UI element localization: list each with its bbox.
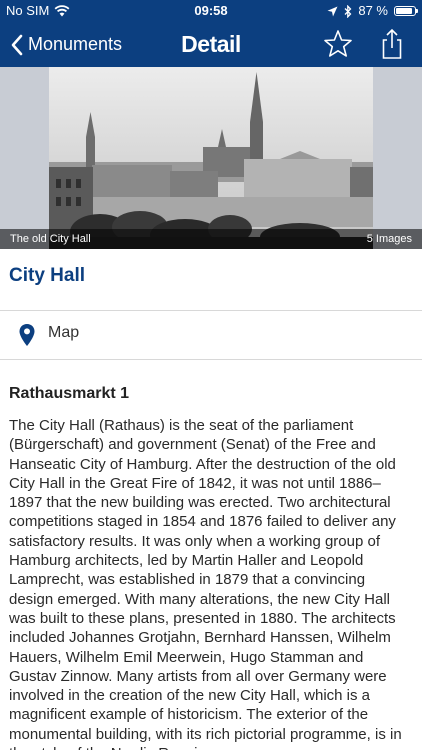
bluetooth-icon — [344, 4, 352, 18]
city-hall-photo-image — [0, 67, 422, 249]
map-row[interactable]: Map — [0, 311, 422, 360]
navigation-bar: Monuments Detail — [0, 22, 422, 67]
monument-title-row: City Hall — [0, 249, 422, 311]
chevron-left-icon — [11, 34, 23, 55]
photo-caption: The old City Hall — [10, 233, 91, 245]
location-arrow-icon — [327, 6, 338, 16]
top-bar: No SIM 09:58 87 % Monuments Detail — [0, 0, 422, 67]
monument-name: City Hall — [9, 265, 86, 286]
star-icon[interactable] — [322, 28, 354, 60]
battery-level — [396, 8, 412, 14]
photo-caption-bar: The old City Hall 5 Images — [0, 229, 422, 249]
map-label: Map — [48, 324, 80, 341]
share-icon[interactable] — [376, 28, 408, 60]
address: Rathausmarkt 1 — [9, 385, 130, 402]
battery-percent: 87 % — [358, 3, 388, 18]
back-button-label: Monuments — [28, 34, 123, 54]
map-pin-icon — [19, 324, 35, 346]
status-bar: No SIM 09:58 87 % — [0, 0, 422, 22]
monument-description: The City Hall (Rathaus) is the seat of t… — [9, 417, 402, 750]
monument-photo[interactable]: The old City Hall 5 Images — [0, 67, 422, 249]
back-button[interactable]: Monuments — [10, 22, 122, 67]
battery-icon — [394, 6, 418, 16]
image-count[interactable]: 5 Images — [367, 229, 412, 249]
